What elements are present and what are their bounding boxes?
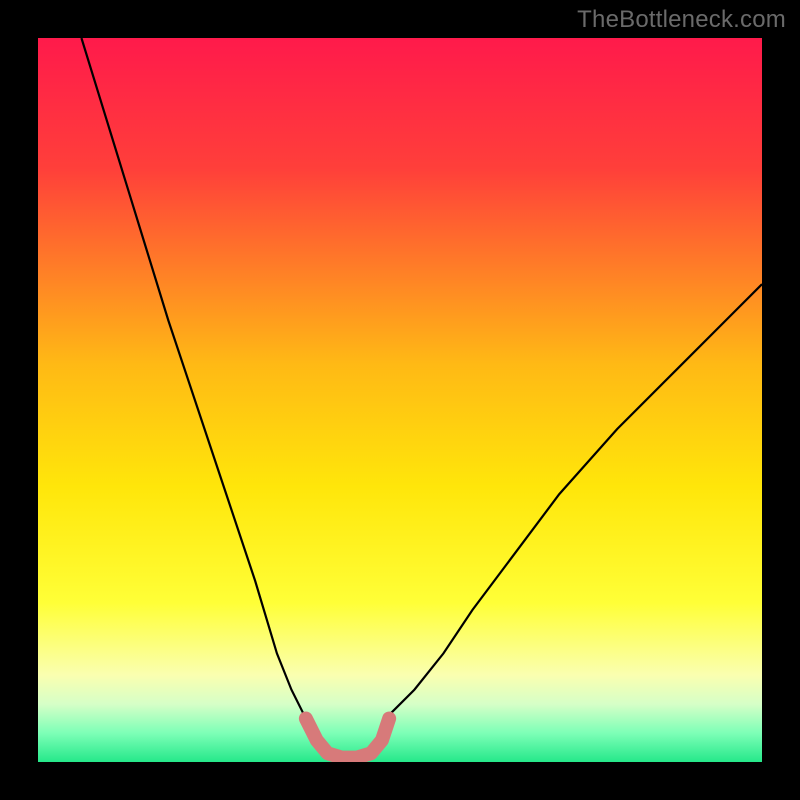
gradient-background xyxy=(38,38,762,762)
watermark-text: TheBottleneck.com xyxy=(577,6,786,34)
chart-frame: TheBottleneck.com xyxy=(0,0,800,800)
chart-svg xyxy=(38,38,762,762)
plot-area xyxy=(38,38,762,762)
